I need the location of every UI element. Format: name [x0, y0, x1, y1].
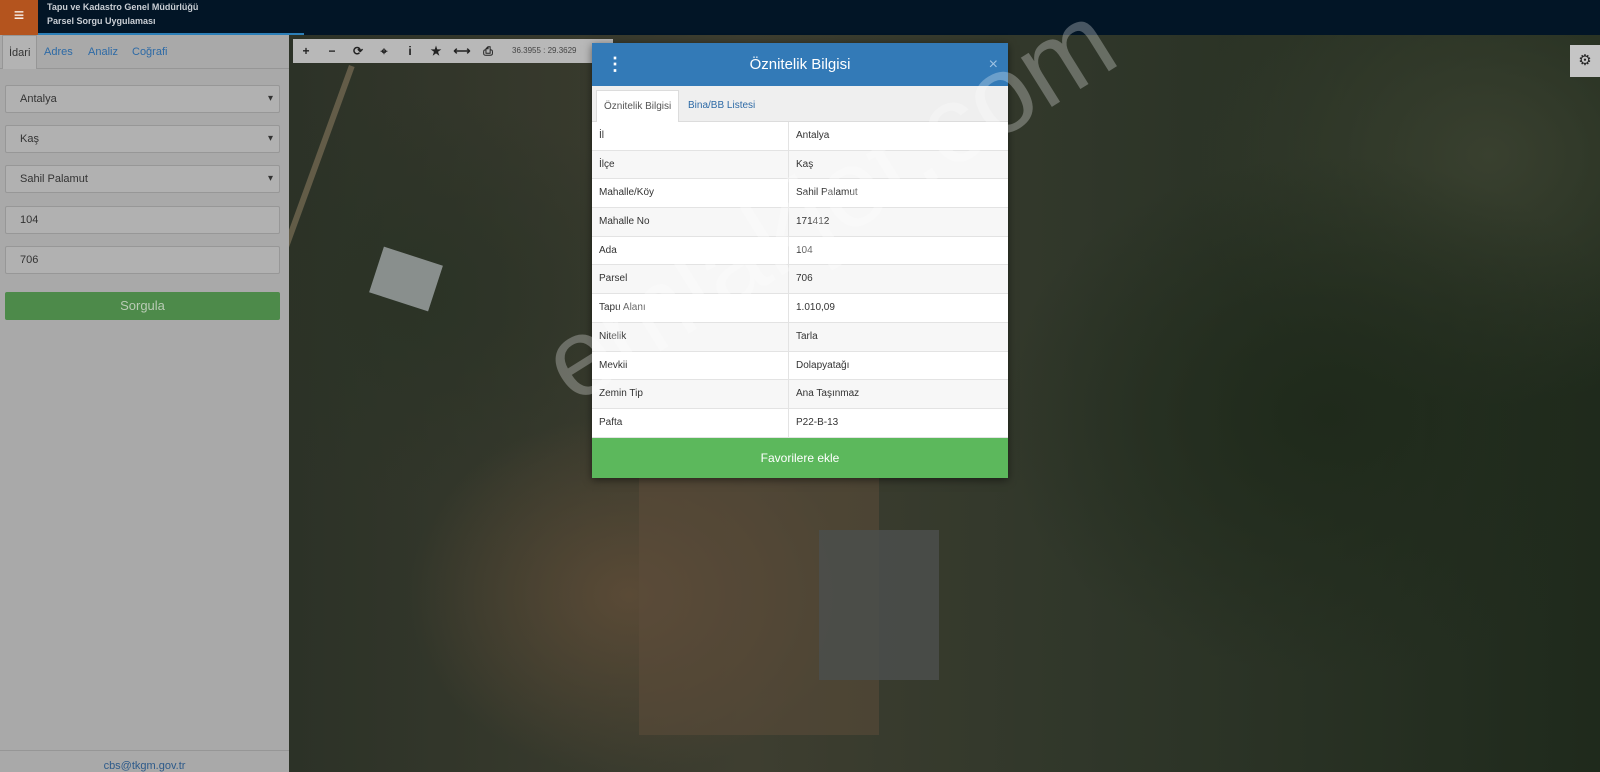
tab-idari[interactable]: İdari — [2, 35, 38, 69]
add-to-favorites-button[interactable]: Favorilere ekle — [592, 438, 1008, 478]
table-row: Pafta P22-B-13 — [592, 408, 1008, 438]
attribute-value: Antalya — [788, 122, 829, 150]
mahalle-select[interactable]: Sahil Palamut ▾ — [5, 165, 280, 193]
attribute-value: 1.010,09 — [788, 294, 835, 323]
locate-icon[interactable]: ⌖ — [371, 39, 397, 63]
app-title-line1: Tapu ve Kadastro Genel Müdürlüğü — [47, 2, 199, 12]
attribute-value: P22-B-13 — [788, 408, 838, 437]
attribute-value: Ana Taşınmaz — [788, 380, 859, 409]
map-greenhouse — [369, 246, 443, 312]
close-icon[interactable]: × — [989, 43, 998, 86]
attribute-key: Parsel — [599, 273, 628, 285]
attribute-value: 171412 — [788, 208, 829, 237]
attribute-key: İl — [599, 130, 604, 141]
gear-icon: ⚙ — [1578, 52, 1592, 69]
il-select-value: Antalya — [20, 93, 57, 105]
more-vertical-icon[interactable]: ⋮ — [606, 43, 624, 86]
attribute-value: Dolapyatağı — [788, 351, 849, 380]
app-title-line2: Parsel Sorgu Uygulaması — [47, 16, 156, 26]
attribute-key: Mahalle/Köy — [599, 187, 655, 199]
table-row: Mahalle No 171412 — [592, 208, 1008, 237]
attribute-key: Zemin Tip — [599, 388, 643, 400]
attribute-value: Tarla — [788, 322, 818, 351]
table-row: Mahalle/Köy Sahil Palamut — [592, 179, 1008, 209]
app-title: Tapu ve Kadastro Genel Müdürlüğü Parsel … — [47, 0, 198, 28]
attribute-key: Nitelik — [599, 330, 627, 342]
print-icon[interactable]: ⎙ — [475, 39, 501, 63]
info-icon[interactable]: i — [397, 39, 423, 63]
map-buildings — [819, 530, 939, 680]
mahalle-select-value: Sahil Palamut — [20, 173, 88, 185]
zoom-in-icon[interactable]: + — [293, 39, 319, 63]
attribute-value: Kaş — [788, 150, 813, 179]
attribute-table: İl Antalya İlçe Kaş Mahalle/Köy Sahil Palamut… — [592, 122, 1008, 438]
attribute-key: Mahalle No — [599, 216, 650, 228]
dialog-title: Öznitelik Bilgisi — [749, 56, 851, 73]
parsel-input[interactable]: 706 — [5, 246, 280, 274]
table-row: Tapu Alanı 1.010,09 — [592, 294, 1008, 323]
dialog-tabs: Öznitelik Bilgisi Bina/BB Listesi — [592, 86, 1008, 122]
attribute-value: 706 — [788, 265, 813, 294]
star-icon[interactable]: ★ — [423, 39, 449, 63]
app-header: ≡ Tapu ve Kadastro Genel Müdürlüğü Parse… — [0, 0, 1600, 36]
attribute-key: Tapu Alanı — [599, 302, 646, 314]
chevron-down-icon: ▾ — [267, 133, 273, 144]
table-row: Mevkii Dolapyatağı — [592, 351, 1008, 381]
table-row: İlçe Kaş — [592, 150, 1008, 180]
table-row: Ada 104 — [592, 236, 1008, 266]
table-row: Zemin Tip Ana Taşınmaz — [592, 380, 1008, 409]
sidebar: İdari Adres Analiz Coğrafi Antalya ▾ Kaş… — [0, 35, 289, 772]
footer-email-link[interactable]: cbs@tkgm.gov.tr — [0, 750, 289, 772]
sidebar-tabs: İdari Adres Analiz Coğrafi — [0, 35, 289, 69]
ilce-select[interactable]: Kaş ▾ — [5, 125, 280, 153]
coordinate-readout: 36.3955 : 29.3629 — [512, 46, 577, 55]
attribute-key: Mevkii — [599, 359, 628, 371]
attribute-value: Sahil Palamut — [788, 179, 858, 208]
attribute-key: Ada — [599, 244, 617, 256]
chevron-down-icon: ▾ — [267, 173, 273, 184]
map-road — [289, 65, 355, 406]
sorgula-button[interactable]: Sorgula — [5, 292, 280, 320]
chevron-down-icon: ▾ — [267, 93, 273, 104]
table-row: İl Antalya — [592, 122, 1008, 151]
tab-oznitelik-bilgisi[interactable]: Öznitelik Bilgisi — [596, 90, 680, 122]
measure-icon[interactable]: ⟷ — [449, 39, 475, 63]
attribute-key: Pafta — [599, 416, 623, 428]
ilce-select-value: Kaş — [20, 133, 39, 145]
tab-cografi[interactable]: Coğrafi — [132, 35, 167, 69]
il-select[interactable]: Antalya ▾ — [5, 85, 280, 113]
tab-adres[interactable]: Adres — [44, 35, 73, 69]
attribute-info-dialog: Öznitelik Bilgisi ⋮ × Öznitelik Bilgisi … — [592, 43, 1008, 478]
dialog-header: Öznitelik Bilgisi ⋮ × — [592, 43, 1008, 86]
table-row: Parsel 706 — [592, 265, 1008, 295]
attribute-value: 104 — [788, 236, 813, 265]
attribute-key: İlçe — [599, 158, 615, 170]
zoom-out-icon[interactable]: − — [319, 39, 345, 63]
tab-analiz[interactable]: Analiz — [88, 35, 118, 69]
refresh-icon[interactable]: ⟳ — [345, 39, 371, 63]
settings-button[interactable]: ⚙ — [1570, 45, 1600, 77]
table-row: Nitelik Tarla — [592, 322, 1008, 352]
tab-bina-bb-listesi[interactable]: Bina/BB Listesi — [688, 90, 755, 122]
hamburger-icon: ≡ — [13, 5, 25, 25]
ada-input[interactable]: 104 — [5, 206, 280, 234]
hamburger-menu-button[interactable]: ≡ — [0, 0, 38, 35]
